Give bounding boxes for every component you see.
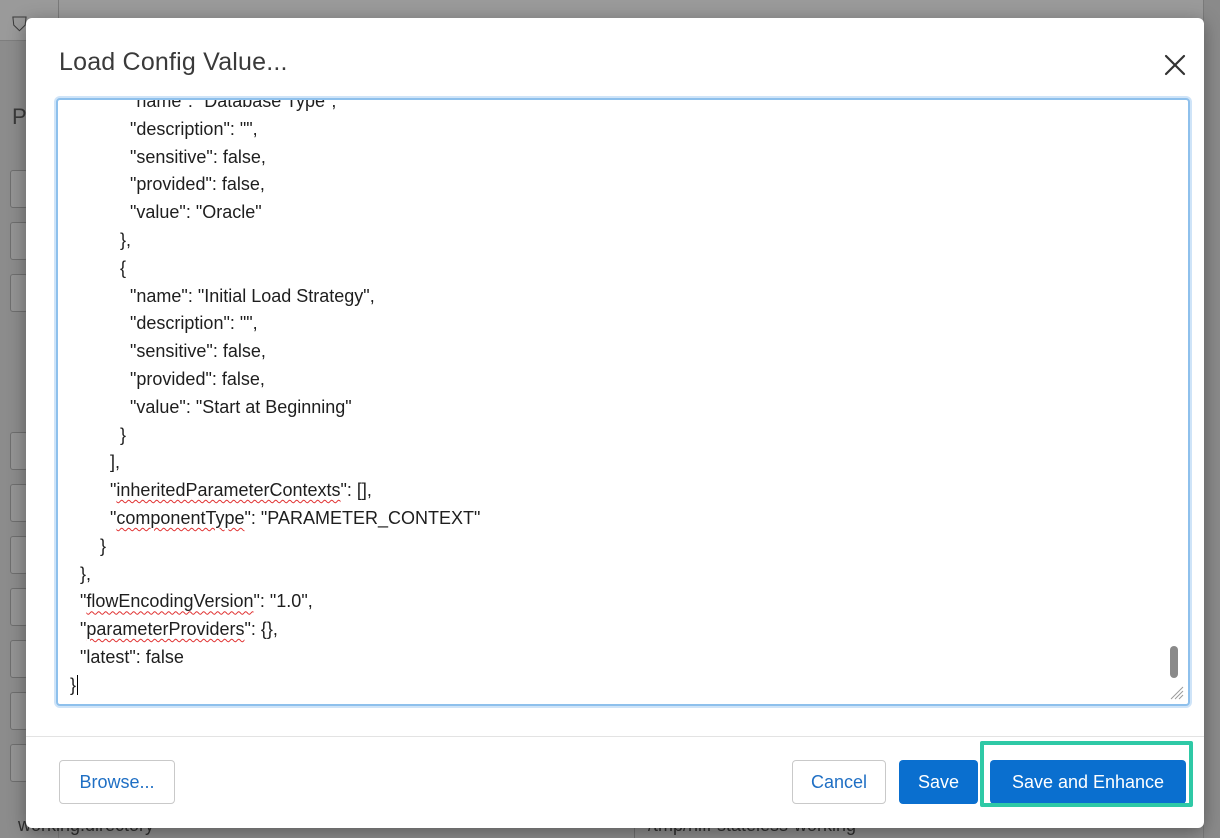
code-line: "value": "Start at Beginning" — [70, 396, 352, 417]
code-line: "provided": false, — [70, 174, 265, 195]
code-line: "sensitive": false, — [70, 341, 266, 362]
save-button[interactable]: Save — [899, 760, 978, 804]
spellcheck-word: flowEncodingVersion — [86, 591, 254, 612]
spellcheck-word: parameterProviders — [86, 619, 245, 640]
code-line: "latest": false — [70, 646, 184, 667]
code-line: "inheritedParameterContexts": [], — [70, 480, 372, 501]
config-json-textarea[interactable]: "name": "Database Type", "description": … — [56, 98, 1190, 706]
code-line: "description": "", — [70, 313, 258, 334]
spellcheck-word: inheritedParameterContexts — [116, 480, 341, 501]
browse-button[interactable]: Browse... — [59, 760, 175, 804]
code-line: "value": "Oracle" — [70, 202, 262, 223]
code-line: }, — [70, 563, 92, 584]
code-line: } — [70, 535, 107, 556]
code-line: ], — [70, 452, 121, 473]
code-line: "sensitive": false, — [70, 146, 266, 167]
code-line: "componentType": "PARAMETER_CONTEXT" — [70, 507, 481, 528]
text-caret — [77, 674, 79, 695]
json-content: "name": "Database Type", "description": … — [70, 98, 1158, 700]
code-line: "name": "Database Type", — [70, 98, 337, 111]
dialog-title: Load Config Value... — [59, 48, 288, 76]
load-config-dialog: Load Config Value... "name": "Database T… — [26, 18, 1204, 828]
resize-handle-icon[interactable] — [1168, 684, 1184, 700]
spellcheck-word: componentType — [116, 507, 245, 528]
close-button[interactable] — [1158, 48, 1192, 82]
filter-icon: ⛉ — [12, 14, 27, 36]
code-line: "description": "", — [70, 118, 258, 139]
code-line: "parameterProviders": {}, — [70, 619, 278, 640]
code-line: "flowEncodingVersion": "1.0", — [70, 591, 313, 612]
close-icon — [1164, 54, 1186, 76]
code-line: } — [70, 424, 127, 445]
code-line: }, — [70, 229, 132, 250]
background-side-letter: P — [12, 104, 27, 129]
background-right-strip — [1203, 0, 1220, 838]
footer-divider — [26, 736, 1204, 737]
code-line: } — [70, 674, 79, 695]
code-line: "name": "Initial Load Strategy", — [70, 285, 375, 306]
code-line: { — [70, 257, 127, 278]
highlight-box — [980, 741, 1193, 807]
scrollbar-thumb[interactable] — [1170, 646, 1178, 678]
cancel-button[interactable]: Cancel — [792, 760, 886, 804]
code-line: "provided": false, — [70, 368, 265, 389]
